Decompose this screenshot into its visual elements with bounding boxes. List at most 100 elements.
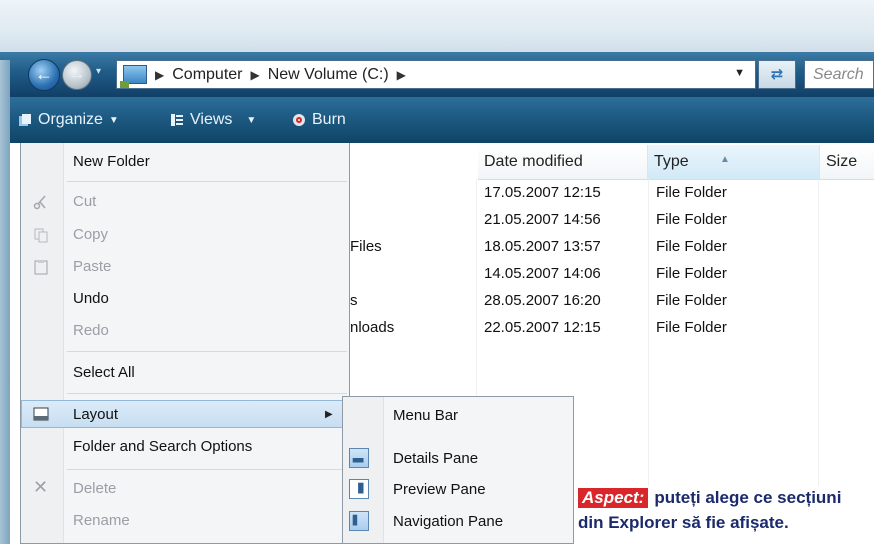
row-date[interactable]: 18.05.2007 13:57 <box>484 238 601 255</box>
row-name-fragment[interactable]: Files <box>350 238 382 255</box>
menu-item-label: Rename <box>73 512 130 529</box>
recent-pages-dropdown[interactable]: ▾ <box>96 66 101 77</box>
views-icon <box>171 114 183 126</box>
menu-separator <box>67 351 347 352</box>
window-glass <box>0 0 874 60</box>
submenu-item-navigation-pane[interactable]: Navigation Pane <box>343 508 573 536</box>
refresh-icon: ⇄ <box>770 66 784 83</box>
navigation-pane-icon <box>349 511 369 531</box>
submenu-item-label: Details Pane <box>393 450 479 467</box>
row-name-fragment[interactable]: s <box>350 292 358 309</box>
organize-dropdown-icon: ▼ <box>108 114 119 126</box>
search-input[interactable]: Search <box>804 60 874 89</box>
submenu-item-details-pane[interactable]: Details Pane <box>343 445 573 473</box>
breadcrumb-separator-icon[interactable]: ▶ <box>397 68 406 82</box>
column-header-size[interactable]: Size <box>820 145 874 179</box>
delete-x-icon: ✕ <box>33 477 49 497</box>
menu-item-rename[interactable]: Rename <box>21 507 349 535</box>
menu-item-label: Copy <box>73 226 109 243</box>
breadcrumb-computer[interactable]: Computer <box>172 66 242 84</box>
burn-label: Burn <box>312 111 346 128</box>
menu-item-label: Layout <box>73 406 119 423</box>
menu-item-label: Paste <box>73 258 112 275</box>
submenu-arrow-icon: ▶ <box>325 409 333 420</box>
breadcrumb-volume[interactable]: New Volume (C:) <box>268 66 389 84</box>
row-type[interactable]: File Folder <box>656 265 727 282</box>
menu-item-delete[interactable]: ✕ Delete <box>21 475 349 503</box>
address-dropdown-icon[interactable]: ▼ <box>734 67 745 79</box>
menu-item-label: New Folder <box>73 153 150 170</box>
paste-icon <box>34 260 48 275</box>
layout-icon <box>33 407 49 421</box>
row-type[interactable]: File Folder <box>656 184 727 201</box>
caption-text-1: puteți alege ce secțiuni <box>654 488 842 507</box>
row-date[interactable]: 22.05.2007 12:15 <box>484 319 601 336</box>
burn-disc-icon <box>293 114 305 126</box>
copy-icon <box>34 228 48 243</box>
preview-pane-icon <box>349 479 369 499</box>
breadcrumb-separator-icon[interactable]: ▶ <box>155 68 164 82</box>
menu-item-cut[interactable]: Cut <box>21 188 349 216</box>
burn-button[interactable]: Burn <box>292 97 346 143</box>
caption-line-1: Aspect: puteți alege ce secțiuni <box>578 488 841 508</box>
image-caption: Aspect: puteți alege ce secțiuni din Expl… <box>578 486 874 544</box>
submenu-item-menu-bar[interactable]: Menu Bar <box>343 402 573 430</box>
menu-item-undo[interactable]: Undo <box>21 285 349 313</box>
menu-item-folder-options[interactable]: Folder and Search Options <box>21 433 349 461</box>
details-pane-icon <box>349 448 369 468</box>
submenu-item-preview-pane[interactable]: Preview Pane <box>343 476 573 504</box>
refresh-button[interactable]: ⇄ <box>758 60 796 89</box>
scissors-icon <box>33 195 46 210</box>
menu-item-copy[interactable]: Copy <box>21 221 349 249</box>
menu-item-layout[interactable]: Layout ▶ <box>21 400 349 428</box>
column-header-type[interactable]: Type ▲ <box>648 145 820 179</box>
submenu-item-label: Navigation Pane <box>393 513 504 530</box>
layout-submenu: Menu Bar Details Pane Preview Pane Navig… <box>342 396 574 544</box>
column-header-row: Date modified Type ▲ Size <box>478 145 874 180</box>
row-date[interactable]: 28.05.2007 16:20 <box>484 292 601 309</box>
row-type[interactable]: File Folder <box>656 211 727 228</box>
row-type[interactable]: File Folder <box>656 292 727 309</box>
row-name-fragment[interactable]: nloads <box>350 319 394 336</box>
menu-separator <box>67 469 347 470</box>
sort-ascending-icon: ▲ <box>720 154 730 165</box>
menu-item-paste[interactable]: Paste <box>21 253 349 281</box>
submenu-item-label: Preview Pane <box>393 481 486 498</box>
menu-item-label: Redo <box>73 322 109 339</box>
organize-label: Organize <box>38 111 103 128</box>
breadcrumb-separator-icon[interactable]: ▶ <box>250 68 259 82</box>
menu-item-select-all[interactable]: Select All <box>21 359 349 387</box>
submenu-item-label: Menu Bar <box>393 407 459 424</box>
menu-item-label: Folder and Search Options <box>73 438 253 455</box>
menu-item-label: Delete <box>73 480 117 497</box>
address-box[interactable]: ▶ Computer ▶ New Volume (C:) ▶ ▼ <box>116 60 756 89</box>
menu-separator <box>67 393 347 394</box>
row-date[interactable]: 17.05.2007 12:15 <box>484 184 601 201</box>
organize-menu: New Folder Cut Copy Paste Undo Redo Sele… <box>20 143 350 544</box>
menu-item-redo[interactable]: Redo <box>21 317 349 345</box>
row-type[interactable]: File Folder <box>656 319 727 336</box>
forward-arrow-icon: → <box>69 66 85 83</box>
row-date[interactable]: 14.05.2007 14:06 <box>484 265 601 282</box>
menu-item-label: Undo <box>73 290 109 307</box>
window-frame-left <box>0 60 10 544</box>
back-button[interactable]: ← <box>28 59 60 91</box>
menu-item-label: Cut <box>73 193 97 210</box>
forward-button[interactable]: → <box>62 60 92 90</box>
row-type[interactable]: File Folder <box>656 238 727 255</box>
views-dropdown-icon: ▼ <box>246 114 257 126</box>
menu-item-new-folder[interactable]: New Folder <box>21 148 349 176</box>
column-header-date[interactable]: Date modified <box>478 145 648 179</box>
views-label: Views <box>190 111 233 128</box>
views-button[interactable]: Views ▼ <box>170 97 256 143</box>
organize-button[interactable]: Organize ▼ <box>18 97 119 143</box>
row-date[interactable]: 21.05.2007 14:56 <box>484 211 601 228</box>
command-toolbar: Organize ▼ Views ▼ Burn <box>10 97 874 143</box>
menu-item-label: Select All <box>73 364 135 381</box>
menu-separator <box>67 181 347 182</box>
column-header-type-label: Type <box>654 153 689 170</box>
caption-badge: Aspect: <box>578 488 649 508</box>
caption-line-2: din Explorer să fie afișate. <box>578 513 789 532</box>
organize-icon <box>19 114 31 126</box>
computer-icon <box>120 65 147 88</box>
